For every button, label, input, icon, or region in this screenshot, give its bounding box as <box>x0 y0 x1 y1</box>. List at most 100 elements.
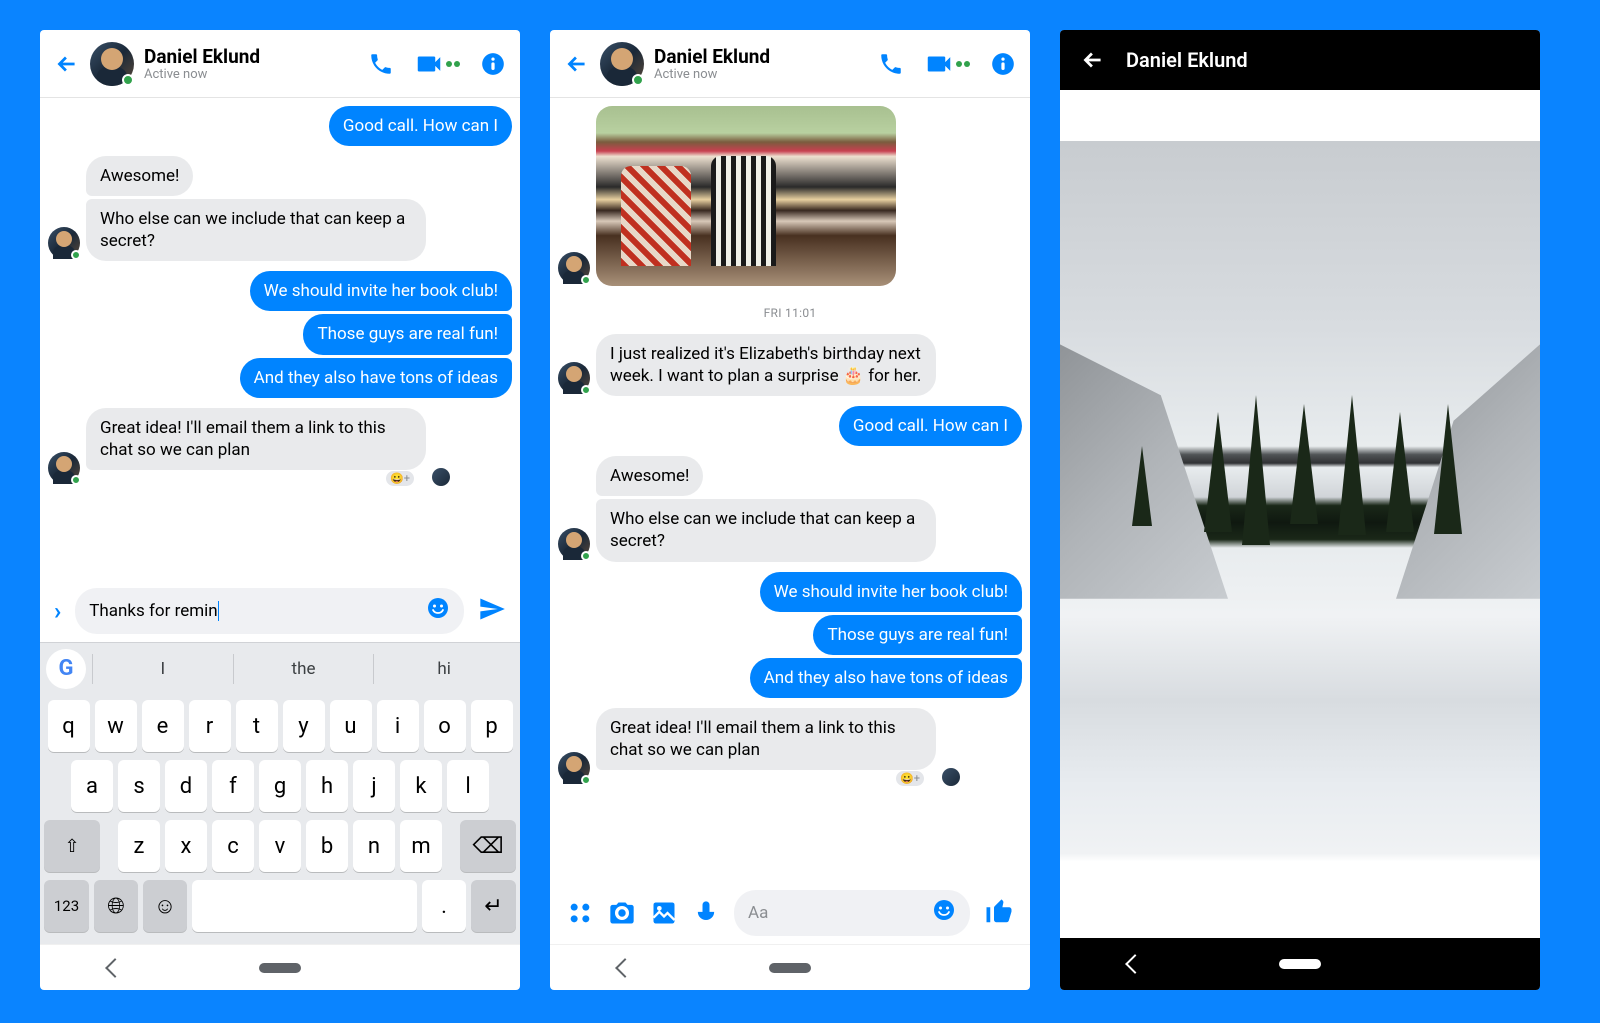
symbols-key[interactable]: 123 <box>44 880 89 932</box>
backspace-key[interactable]: ⌫ <box>460 820 516 872</box>
message-input[interactable]: Thanks for remin <box>75 588 464 634</box>
message-group-in: Great idea! I'll email them a link to th… <box>558 708 1022 786</box>
contact-name: Daniel Eklund <box>1126 48 1248 72</box>
avatar <box>558 362 590 394</box>
emoji-icon[interactable] <box>426 596 450 626</box>
avatar[interactable] <box>90 42 134 86</box>
key-t[interactable]: t <box>236 700 278 752</box>
nav-home-icon[interactable] <box>1279 959 1321 969</box>
message-bubble[interactable]: Great idea! I'll email them a link to th… <box>596 708 936 770</box>
key-e[interactable]: e <box>142 700 184 752</box>
message-bubble[interactable]: We should invite her book club! <box>250 271 512 311</box>
message-bubble[interactable]: Good call. How can I <box>329 106 512 146</box>
video-call-icon[interactable] <box>414 49 460 79</box>
gallery-icon[interactable] <box>650 899 678 927</box>
emoji-icon[interactable] <box>932 898 956 928</box>
key-n[interactable]: n <box>353 820 395 872</box>
avatar[interactable] <box>600 42 644 86</box>
nav-home-icon[interactable] <box>769 963 811 973</box>
suggestion-2[interactable]: the <box>233 654 374 684</box>
enter-key[interactable]: ↵ <box>471 880 516 932</box>
call-icon[interactable] <box>878 51 904 77</box>
space-key[interactable] <box>192 880 417 932</box>
messages-list[interactable]: FRI 11:01 I just realized it's Elizabeth… <box>550 98 1030 884</box>
expand-chevron-icon[interactable]: › <box>54 597 61 625</box>
message-group-in: Awesome!Who else can we include that can… <box>558 456 1022 561</box>
message-bubble[interactable]: And they also have tons of ideas <box>240 358 512 398</box>
back-arrow-icon[interactable] <box>54 51 80 77</box>
key-a[interactable]: a <box>71 760 113 812</box>
key-d[interactable]: d <box>165 760 207 812</box>
nav-back-icon[interactable] <box>1125 954 1145 974</box>
key-w[interactable]: w <box>95 700 137 752</box>
message-bubble[interactable]: Who else can we include that can keep a … <box>86 199 426 261</box>
key-h[interactable]: h <box>306 760 348 812</box>
send-icon[interactable] <box>478 595 506 627</box>
messages-list[interactable]: Good call. How can I Awesome!Who else ca… <box>40 98 520 580</box>
key-i[interactable]: i <box>377 700 419 752</box>
like-icon[interactable] <box>984 896 1014 930</box>
key-j[interactable]: j <box>353 760 395 812</box>
seen-indicator-icon <box>432 468 450 486</box>
photo-message[interactable] <box>596 106 896 286</box>
key-q[interactable]: q <box>48 700 90 752</box>
key-v[interactable]: v <box>259 820 301 872</box>
key-f[interactable]: f <box>212 760 254 812</box>
video-call-icon[interactable] <box>924 49 970 79</box>
reaction-chip[interactable]: 😀+ <box>896 771 924 786</box>
info-icon[interactable] <box>990 51 1016 77</box>
message-group-out: Good call. How can I <box>48 106 512 146</box>
message-bubble[interactable]: I just realized it's Elizabeth's birthda… <box>596 334 936 396</box>
message-input[interactable]: Aa <box>734 890 970 936</box>
key-z[interactable]: z <box>118 820 160 872</box>
contact-info[interactable]: Daniel Eklund Active now <box>144 45 358 82</box>
camera-icon[interactable] <box>608 899 636 927</box>
key-p[interactable]: p <box>471 700 513 752</box>
message-bubble[interactable]: Those guys are real fun! <box>813 615 1022 655</box>
message-bubble[interactable]: And they also have tons of ideas <box>750 658 1022 698</box>
media-header: Daniel Eklund <box>1060 30 1540 90</box>
suggestion-1[interactable]: I <box>92 654 233 684</box>
key-k[interactable]: k <box>400 760 442 812</box>
google-icon[interactable]: G <box>46 649 86 689</box>
online-dot-icon <box>632 74 644 86</box>
globe-key[interactable]: 🌐︎ <box>94 880 138 932</box>
key-y[interactable]: y <box>283 700 325 752</box>
reaction-chip[interactable]: 😀+ <box>386 471 414 486</box>
suggestion-3[interactable]: hi <box>373 654 514 684</box>
message-bubble[interactable]: Good call. How can I <box>839 406 1022 446</box>
info-icon[interactable] <box>480 51 506 77</box>
message-bubble[interactable]: Who else can we include that can keep a … <box>596 499 936 561</box>
back-arrow-icon[interactable] <box>1080 47 1106 73</box>
message-bubble[interactable]: Awesome! <box>596 456 703 496</box>
key-l[interactable]: l <box>447 760 489 812</box>
message-bubble[interactable]: Those guys are real fun! <box>303 314 512 354</box>
back-arrow-icon[interactable] <box>564 51 590 77</box>
nav-back-icon[interactable] <box>615 958 635 978</box>
contact-info[interactable]: Daniel Eklund Active now <box>654 45 868 82</box>
period-key[interactable]: . <box>422 880 466 932</box>
mic-icon[interactable] <box>692 899 720 927</box>
call-icon[interactable] <box>368 51 394 77</box>
key-g[interactable]: g <box>259 760 301 812</box>
apps-icon[interactable] <box>566 899 594 927</box>
key-c[interactable]: c <box>212 820 254 872</box>
key-b[interactable]: b <box>306 820 348 872</box>
shift-key[interactable]: ⇧ <box>44 820 100 872</box>
key-x[interactable]: x <box>165 820 207 872</box>
key-u[interactable]: u <box>330 700 372 752</box>
key-o[interactable]: o <box>424 700 466 752</box>
avatar <box>558 752 590 784</box>
message-bubble[interactable]: Great idea! I'll email them a link to th… <box>86 408 426 470</box>
nav-back-icon[interactable] <box>105 958 125 978</box>
message-bubble[interactable]: Awesome! <box>86 156 193 196</box>
key-s[interactable]: s <box>118 760 160 812</box>
message-group-in: I just realized it's Elizabeth's birthda… <box>558 334 1022 396</box>
android-navbar <box>40 944 520 990</box>
nav-home-icon[interactable] <box>259 963 301 973</box>
emoji-key[interactable]: ☺ <box>143 880 187 932</box>
key-m[interactable]: m <box>400 820 442 872</box>
key-r[interactable]: r <box>189 700 231 752</box>
fullscreen-photo[interactable] <box>1060 90 1540 938</box>
message-bubble[interactable]: We should invite her book club! <box>760 572 1022 612</box>
